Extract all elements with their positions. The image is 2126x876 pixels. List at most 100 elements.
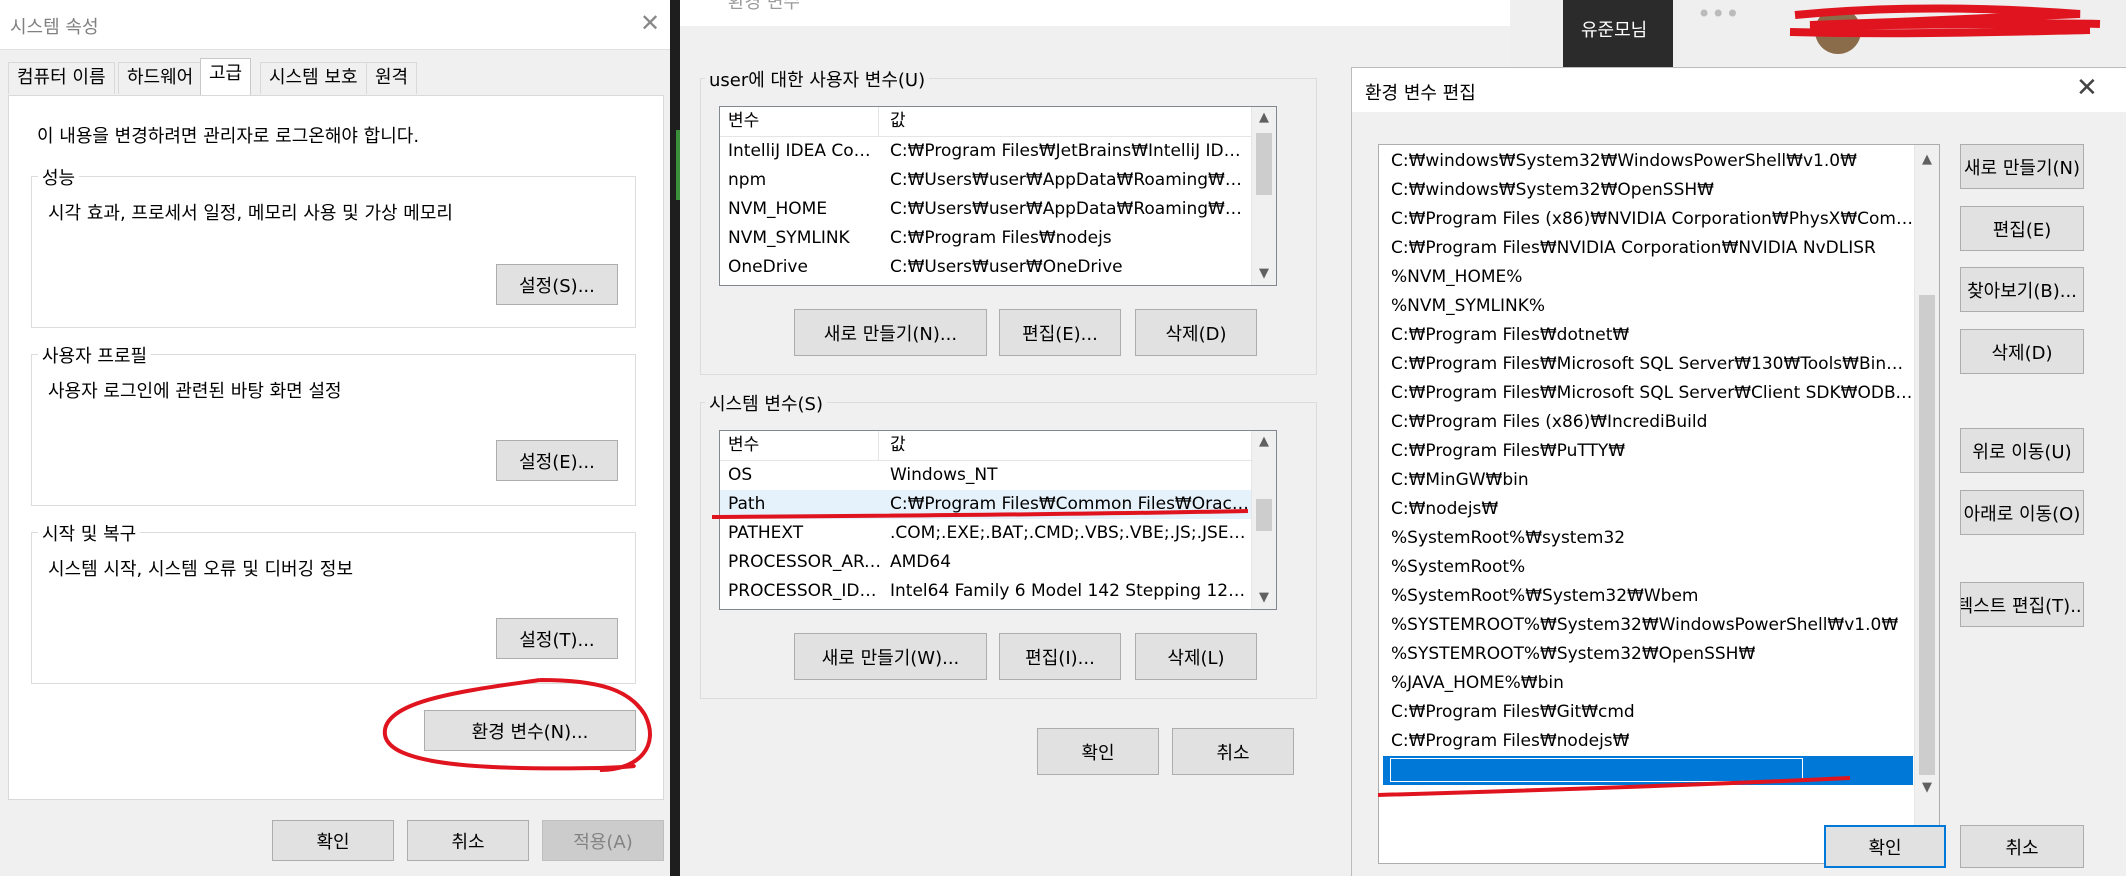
path-entry[interactable]: C:₩Program Files₩Microsoft SQL Server₩13… bbox=[1383, 350, 1913, 379]
variable-name: PATHEXT bbox=[728, 523, 804, 543]
path-entry[interactable]: %SystemRoot%₩system32 bbox=[1383, 524, 1913, 553]
performance-group: 성능 시각 효과, 프로세서 일정, 메모리 사용 및 가상 메모리 설정(S)… bbox=[31, 164, 636, 328]
system-list-scrollbar[interactable]: ▲ ▼ bbox=[1251, 431, 1276, 609]
col-value-header[interactable]: 값 bbox=[890, 107, 1250, 136]
scroll-up-icon[interactable]: ▲ bbox=[1252, 107, 1276, 129]
path-entry-text[interactable]: C:₩Program Files₩MongoDB₩Server₩5.0₩bin bbox=[1390, 758, 1803, 782]
system-row[interactable]: Path C:₩Program Files₩Common Files₩Oracle… bbox=[720, 490, 1254, 519]
performance-settings-button[interactable]: 설정(S)... bbox=[496, 264, 618, 305]
variable-name: PROCESSOR_ARC... bbox=[728, 552, 883, 572]
path-new-button[interactable]: 새로 만들기(N) bbox=[1960, 144, 2084, 189]
tab-system-protection[interactable]: 시스템 보호 bbox=[260, 62, 367, 94]
startup-recovery-group: 시작 및 복구 시스템 시작, 시스템 오류 및 디버깅 정보 설정(T)... bbox=[31, 520, 636, 684]
user-row[interactable]: IntelliJ IDEA Com... C:₩Program Files₩Jet… bbox=[720, 137, 1254, 166]
tab-hardware[interactable]: 하드웨어 bbox=[118, 62, 203, 94]
path-entry[interactable]: %JAVA_HOME%₩bin bbox=[1383, 669, 1913, 698]
path-entry[interactable]: C:₩windows₩System32₩OpenSSH₩ bbox=[1383, 176, 1913, 205]
tab-advanced[interactable]: 고급 bbox=[200, 58, 252, 96]
scroll-thumb[interactable] bbox=[1256, 499, 1272, 531]
path-entry[interactable]: C:₩windows₩System32₩WindowsPowerShell₩v1… bbox=[1383, 147, 1913, 176]
path-entry-text: %SYSTEMROOT%₩System32₩WindowsPowerShell₩… bbox=[1391, 615, 1899, 635]
path-entry[interactable]: C:₩Program Files₩Git₩cmd bbox=[1383, 698, 1913, 727]
path-entry[interactable]: C:₩Program Files₩dotnet₩ bbox=[1383, 321, 1913, 350]
col-variable-header[interactable]: 변수 bbox=[728, 431, 879, 460]
path-entry-text: C:₩MinGW₩bin bbox=[1391, 470, 1529, 490]
scroll-down-icon[interactable]: ▼ bbox=[1252, 587, 1276, 609]
variable-name: NVM_SYMLINK bbox=[728, 228, 850, 248]
user-profile-settings-button[interactable]: 설정(E)... bbox=[496, 440, 618, 481]
path-entry[interactable]: %SystemRoot% bbox=[1383, 553, 1913, 582]
tab-remote[interactable]: 원격 bbox=[366, 62, 418, 94]
user-row[interactable]: NVM_SYMLINK C:₩Program Files₩nodejs bbox=[720, 224, 1254, 253]
path-list-scrollbar[interactable]: ▲ ▼ bbox=[1914, 145, 1939, 863]
startup-recovery-settings-button[interactable]: 설정(T)... bbox=[496, 618, 618, 659]
path-move-up-button[interactable]: 위로 이동(U) bbox=[1960, 428, 2084, 473]
scroll-down-icon[interactable]: ▼ bbox=[1915, 777, 1939, 799]
user-row[interactable]: NVM_HOME C:₩Users₩user₩AppData₩Roaming₩nv… bbox=[720, 195, 1254, 224]
system-row[interactable]: PROCESSOR_ARC... AMD64 bbox=[720, 548, 1254, 577]
sysprops-ok-button[interactable]: 확인 bbox=[272, 820, 394, 861]
path-browse-button[interactable]: 찾아보기(B)... bbox=[1960, 267, 2084, 312]
path-edit-button[interactable]: 편집(E) bbox=[1960, 206, 2084, 251]
more-options-icon[interactable]: ••• bbox=[1697, 0, 1739, 28]
scroll-thumb[interactable] bbox=[1919, 295, 1935, 775]
sysprops-apply-button[interactable]: 적용(A) bbox=[542, 820, 664, 861]
variable-value: Windows_NT bbox=[890, 465, 998, 485]
path-delete-button[interactable]: 삭제(D) bbox=[1960, 329, 2084, 374]
system-new-button[interactable]: 새로 만들기(W)... bbox=[794, 633, 987, 680]
path-entry-text: %SystemRoot% bbox=[1391, 557, 1526, 577]
scroll-down-icon[interactable]: ▼ bbox=[1252, 263, 1276, 285]
path-entry-text: C:₩windows₩System32₩WindowsPowerShell₩v1… bbox=[1391, 151, 1857, 171]
editenv-cancel-button[interactable]: 취소 bbox=[1960, 825, 2084, 868]
path-text-edit-button[interactable]: 텍스트 편집(T)... bbox=[1960, 582, 2084, 627]
system-variables-list[interactable]: 변수 값 OS Windows_NT Path C:₩Program Files₩Co… bbox=[719, 430, 1277, 610]
col-value-header[interactable]: 값 bbox=[890, 431, 1250, 460]
col-variable-header[interactable]: 변수 bbox=[728, 107, 879, 136]
user-variables-list[interactable]: 변수 값 IntelliJ IDEA Com... C:₩Program File… bbox=[719, 106, 1277, 286]
system-row[interactable]: PATHEXT .COM;.EXE;.BAT;.CMD;.VBS;.VBE;.JS… bbox=[720, 519, 1254, 548]
path-entry[interactable]: C:₩Program Files₩nodejs₩ bbox=[1383, 727, 1913, 756]
system-delete-button[interactable]: 삭제(L) bbox=[1135, 633, 1257, 680]
path-entry[interactable]: C:₩Program Files (x86)₩NVIDIA Corporatio… bbox=[1383, 205, 1913, 234]
scroll-up-icon[interactable]: ▲ bbox=[1915, 149, 1939, 171]
user-delete-button[interactable]: 삭제(D) bbox=[1135, 309, 1257, 356]
environment-variables-button[interactable]: 환경 변수(N)... bbox=[424, 710, 636, 751]
user-edit-button[interactable]: 편집(E)... bbox=[999, 309, 1121, 356]
editenv-ok-button[interactable]: 확인 bbox=[1824, 825, 1946, 868]
system-row[interactable]: OS Windows_NT bbox=[720, 461, 1254, 490]
scroll-up-icon[interactable]: ▲ bbox=[1252, 431, 1276, 453]
env-ok-button[interactable]: 확인 bbox=[1037, 728, 1159, 775]
path-entry[interactable]: %SystemRoot%₩System32₩Wbem bbox=[1383, 582, 1913, 611]
close-icon[interactable]: ✕ bbox=[2076, 73, 2098, 103]
path-move-down-button[interactable]: 아래로 이동(O) bbox=[1960, 490, 2084, 535]
path-entry[interactable]: %SYSTEMROOT%₩System32₩WindowsPowerShell₩… bbox=[1383, 611, 1913, 640]
user-variables-group: user에 대한 사용자 변수(U) 변수 값 IntelliJ IDEA Co… bbox=[700, 66, 1317, 375]
user-card[interactable]: 유준모님 bbox=[1563, 0, 1673, 68]
edit-environment-variable-dialog: 환경 변수 편집 ✕ C:₩windows₩System32₩WindowsPo… bbox=[1352, 68, 2126, 876]
env-cancel-button[interactable]: 취소 bbox=[1172, 728, 1294, 775]
user-row[interactable]: npm C:₩Users₩user₩AppData₩Roaming₩npm bbox=[720, 166, 1254, 195]
user-row[interactable]: OneDrive C:₩Users₩user₩OneDrive bbox=[720, 253, 1254, 282]
system-properties-dialog: 시스템 속성 ✕ 컴퓨터 이름 하드웨어 고급 시스템 보호 원격 이 내용을 … bbox=[0, 0, 670, 876]
path-entry[interactable]: %NVM_HOME% bbox=[1383, 263, 1913, 292]
user-new-button[interactable]: 새로 만들기(N)... bbox=[794, 309, 987, 356]
variable-name: NVM_HOME bbox=[728, 199, 828, 219]
tab-computer-name[interactable]: 컴퓨터 이름 bbox=[8, 62, 115, 94]
path-entry[interactable]: %NVM_SYMLINK% bbox=[1383, 292, 1913, 321]
path-entry[interactable]: %SYSTEMROOT%₩System32₩OpenSSH₩ bbox=[1383, 640, 1913, 669]
path-entry[interactable]: C:₩Program Files₩MongoDB₩Server₩5.0₩bin bbox=[1383, 756, 1913, 785]
sysprops-tabstrip: 컴퓨터 이름 하드웨어 고급 시스템 보호 원격 bbox=[0, 50, 670, 100]
path-entry[interactable]: C:₩MinGW₩bin bbox=[1383, 466, 1913, 495]
sysprops-cancel-button[interactable]: 취소 bbox=[407, 820, 529, 861]
path-entry[interactable]: C:₩Program Files₩Microsoft SQL Server₩Cl… bbox=[1383, 379, 1913, 408]
path-entry[interactable]: C:₩Program Files (x86)₩IncrediBuild bbox=[1383, 408, 1913, 437]
user-list-scrollbar[interactable]: ▲ ▼ bbox=[1251, 107, 1276, 285]
system-row[interactable]: PROCESSOR_IDE... Intel64 Family 6 Model 1… bbox=[720, 577, 1254, 606]
scroll-thumb[interactable] bbox=[1256, 133, 1272, 195]
path-entry[interactable]: C:₩Program Files₩NVIDIA Corporation₩NVID… bbox=[1383, 234, 1913, 263]
path-entry[interactable]: C:₩nodejs₩ bbox=[1383, 495, 1913, 524]
path-entry[interactable]: C:₩Program Files₩PuTTY₩ bbox=[1383, 437, 1913, 466]
path-list[interactable]: C:₩windows₩System32₩WindowsPowerShell₩v1… bbox=[1378, 144, 1940, 864]
system-edit-button[interactable]: 편집(I)... bbox=[999, 633, 1121, 680]
close-icon[interactable]: ✕ bbox=[640, 9, 660, 37]
